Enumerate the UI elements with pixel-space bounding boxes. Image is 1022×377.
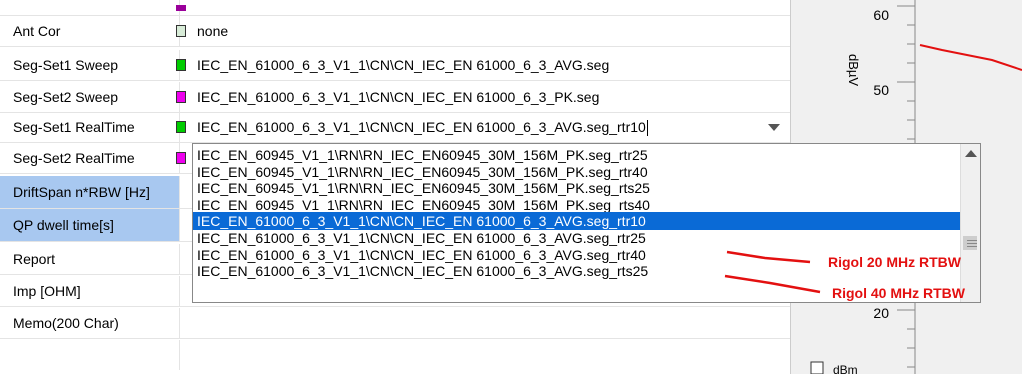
text-caret — [646, 120, 648, 137]
annotation-rtbw20: Rigol 20 MHz RTBW — [828, 254, 961, 270]
color-swatch[interactable] — [176, 25, 186, 37]
row-empty — [0, 340, 790, 370]
property-value[interactable]: none — [197, 16, 228, 46]
grip-line — [967, 243, 977, 244]
dropdown-item[interactable]: IEC_EN_60945_V1_1\RN\RN_IEC_EN60945_30M_… — [193, 146, 962, 164]
dbm-checkbox[interactable] — [810, 361, 824, 375]
dropdown-item[interactable]: IEC_EN_60945_V1_1\RN\RN_IEC_EN60945_30M_… — [193, 179, 962, 197]
grip-line — [967, 246, 977, 247]
property-value[interactable]: IEC_EN_61000_6_3_V1_1\CN\CN_IEC_EN 61000… — [197, 82, 599, 112]
property-label — [0, 340, 180, 370]
tick-label-60: 60 — [873, 7, 889, 23]
scroll-up-arrow-icon[interactable] — [965, 150, 977, 157]
realtime-dropdown-list[interactable]: IEC_EN_60945_V1_1\RN\RN_IEC_EN60945_30M_… — [192, 143, 981, 303]
scroll-thumb[interactable] — [963, 236, 977, 250]
realtime-combo-input[interactable]: IEC_EN_61000_6_3_V1_1\CN\CN_IEC_EN 61000… — [197, 112, 648, 142]
color-swatch[interactable] — [176, 152, 186, 164]
color-swatch — [176, 5, 186, 11]
grip-line — [967, 240, 977, 241]
property-label: Memo(200 Char) — [0, 308, 180, 338]
property-label: Seg-Set2 Sweep — [0, 82, 180, 112]
dbm-checkbox-label: dBm — [833, 363, 858, 374]
row-seg-set2-sweep[interactable]: Seg-Set2 Sweep IEC_EN_61000_6_3_V1_1\CN\… — [0, 82, 790, 113]
y-axis-label: dBµV — [846, 54, 861, 86]
property-row-partial — [0, 0, 790, 16]
color-swatch[interactable] — [176, 91, 186, 103]
combo-value: IEC_EN_61000_6_3_V1_1\CN\CN_IEC_EN 61000… — [197, 119, 646, 135]
dropdown-item[interactable]: IEC_EN_61000_6_3_V1_1\CN\CN_IEC_EN 61000… — [193, 229, 962, 247]
row-seg-set1-realtime[interactable]: Seg-Set1 RealTime IEC_EN_61000_6_3_V1_1\… — [0, 112, 790, 143]
property-value[interactable]: IEC_EN_61000_6_3_V1_1\CN\CN_IEC_EN 61000… — [197, 50, 609, 80]
property-label: Imp [OHM] — [0, 276, 180, 306]
dropdown-item[interactable]: IEC_EN_61000_6_3_V1_1\CN\CN_IEC_EN 61000… — [193, 212, 962, 231]
row-ant-cor[interactable]: Ant Cor none — [0, 16, 790, 47]
tick-label-50: 50 — [873, 82, 889, 98]
property-label: DriftSpan n*RBW [Hz] — [0, 176, 180, 208]
color-swatch[interactable] — [176, 59, 186, 71]
dropdown-item[interactable]: IEC_EN_60945_V1_1\RN\RN_IEC_EN60945_30M_… — [193, 196, 962, 214]
dropdown-arrow-icon[interactable] — [768, 124, 780, 131]
property-label: Report — [0, 244, 180, 274]
row-seg-set1-sweep[interactable]: Seg-Set1 Sweep IEC_EN_61000_6_3_V1_1\CN\… — [0, 50, 790, 81]
property-label: QP dwell time[s] — [0, 209, 180, 241]
property-label: Seg-Set1 Sweep — [0, 50, 180, 80]
dropdown-scrollbar[interactable] — [960, 144, 980, 302]
color-swatch[interactable] — [176, 121, 186, 133]
property-label — [0, 0, 180, 15]
tick-label-20: 20 — [873, 305, 889, 321]
trace-line — [919, 44, 1022, 71]
annotation-rtbw40: Rigol 40 MHz RTBW — [832, 285, 965, 301]
property-label: Seg-Set2 RealTime — [0, 143, 180, 173]
property-label: Seg-Set1 RealTime — [0, 112, 180, 142]
dropdown-item[interactable]: IEC_EN_60945_V1_1\RN\RN_IEC_EN60945_30M_… — [193, 163, 962, 181]
row-memo[interactable]: Memo(200 Char) — [0, 308, 790, 339]
property-label: Ant Cor — [0, 16, 180, 46]
